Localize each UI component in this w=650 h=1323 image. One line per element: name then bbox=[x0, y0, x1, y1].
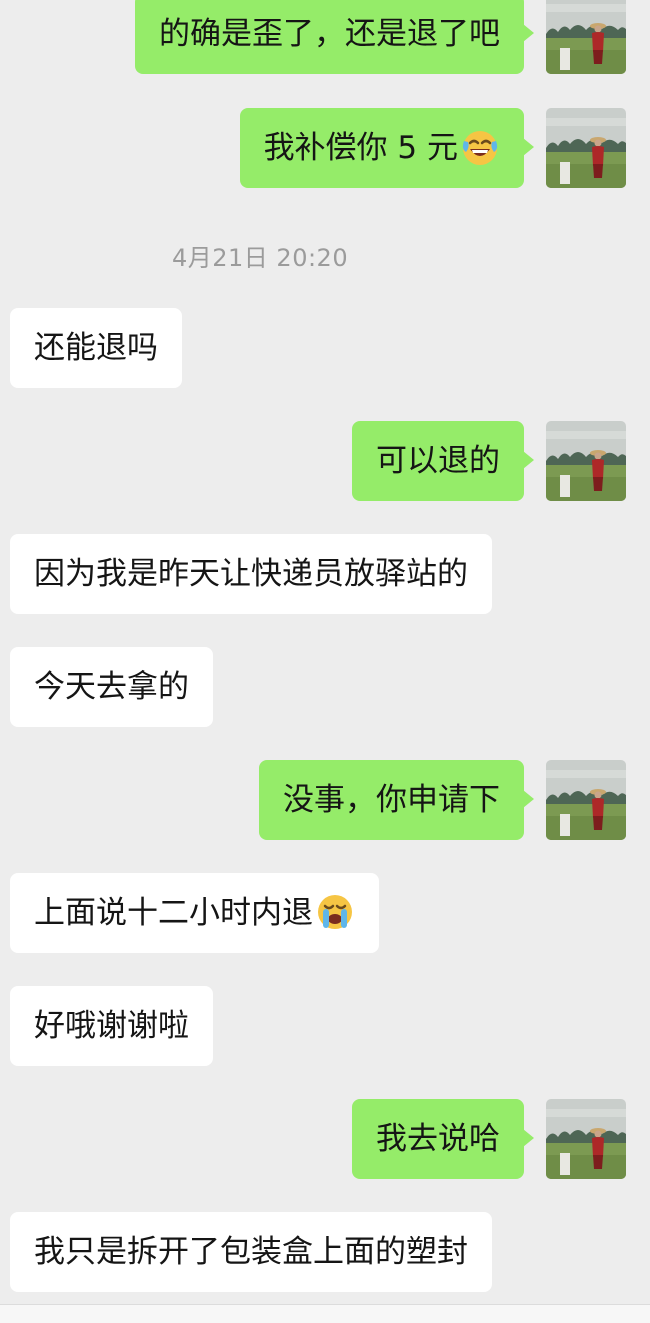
message-row-incoming: 还能退吗 bbox=[0, 308, 650, 388]
avatar[interactable] bbox=[546, 1099, 626, 1179]
laugh-tears-emoji-icon bbox=[460, 127, 500, 167]
message-row-incoming: 上面说十二小时内退 bbox=[0, 873, 650, 953]
message-text: 好哦谢谢啦 bbox=[34, 1008, 189, 1044]
message-row-incoming: 因为我是昨天让快递员放驿站的 bbox=[0, 534, 650, 614]
message-text: 上面说十二小时内退 bbox=[34, 895, 313, 931]
message-bubble-outgoing[interactable]: 的确是歪了，还是退了吧 bbox=[135, 0, 534, 74]
message-text: 的确是歪了，还是退了吧 bbox=[159, 16, 500, 52]
message-bubble-incoming[interactable]: 好哦谢谢啦 bbox=[10, 986, 213, 1066]
message-text: 我去说哈 bbox=[376, 1121, 500, 1157]
message-bubble-outgoing[interactable]: 我补偿你 5 元 bbox=[239, 108, 535, 188]
message-row-outgoing: 我去说哈 bbox=[0, 1099, 650, 1179]
message-text: 我补偿你 5 元 bbox=[263, 130, 458, 166]
message-bubble-incoming[interactable]: 还能退吗 bbox=[10, 308, 182, 388]
message-text: 今天去拿的 bbox=[34, 669, 189, 705]
avatar[interactable] bbox=[546, 760, 626, 840]
chat-area[interactable]: 的确是歪了，还是退了吧 我补偿你 5 元 4月21日 20:20 还能退吗 可以… bbox=[0, 0, 650, 1323]
message-bubble-outgoing[interactable]: 我去说哈 bbox=[352, 1099, 534, 1179]
crying-emoji-icon bbox=[315, 892, 355, 932]
message-text: 因为我是昨天让快递员放驿站的 bbox=[34, 556, 468, 592]
message-row-incoming: 我只是拆开了包装盒上面的塑封 bbox=[0, 1212, 650, 1292]
message-text: 可以退的 bbox=[376, 443, 500, 479]
avatar[interactable] bbox=[546, 108, 626, 188]
avatar[interactable] bbox=[546, 0, 626, 74]
message-bubble-outgoing[interactable]: 没事，你申请下 bbox=[259, 760, 534, 840]
avatar-photo-icon bbox=[546, 108, 626, 188]
avatar[interactable] bbox=[546, 421, 626, 501]
message-bubble-incoming[interactable]: 今天去拿的 bbox=[10, 647, 213, 727]
avatar-photo-icon bbox=[546, 421, 626, 501]
message-text: 没事，你申请下 bbox=[283, 782, 500, 818]
avatar-photo-icon bbox=[546, 0, 626, 74]
message-text: 还能退吗 bbox=[34, 330, 158, 366]
message-row-incoming: 今天去拿的 bbox=[0, 647, 650, 727]
message-bubble-incoming[interactable]: 我只是拆开了包装盒上面的塑封 bbox=[10, 1212, 492, 1292]
message-bubble-incoming[interactable]: 因为我是昨天让快递员放驿站的 bbox=[10, 534, 492, 614]
message-row-incoming: 好哦谢谢啦 bbox=[0, 986, 650, 1066]
input-bar-edge bbox=[0, 1304, 650, 1323]
message-row-outgoing: 可以退的 bbox=[0, 421, 650, 501]
message-bubble-incoming[interactable]: 上面说十二小时内退 bbox=[10, 873, 379, 953]
message-text: 我只是拆开了包装盒上面的塑封 bbox=[34, 1234, 468, 1270]
message-row-outgoing: 没事，你申请下 bbox=[0, 760, 650, 840]
message-bubble-outgoing[interactable]: 可以退的 bbox=[352, 421, 534, 501]
message-row-outgoing: 我补偿你 5 元 bbox=[0, 108, 650, 188]
avatar-photo-icon bbox=[546, 760, 626, 840]
message-timestamp: 4月21日 20:20 bbox=[172, 244, 349, 272]
avatar-photo-icon bbox=[546, 1099, 626, 1179]
message-row-outgoing: 的确是歪了，还是退了吧 bbox=[0, 0, 650, 74]
